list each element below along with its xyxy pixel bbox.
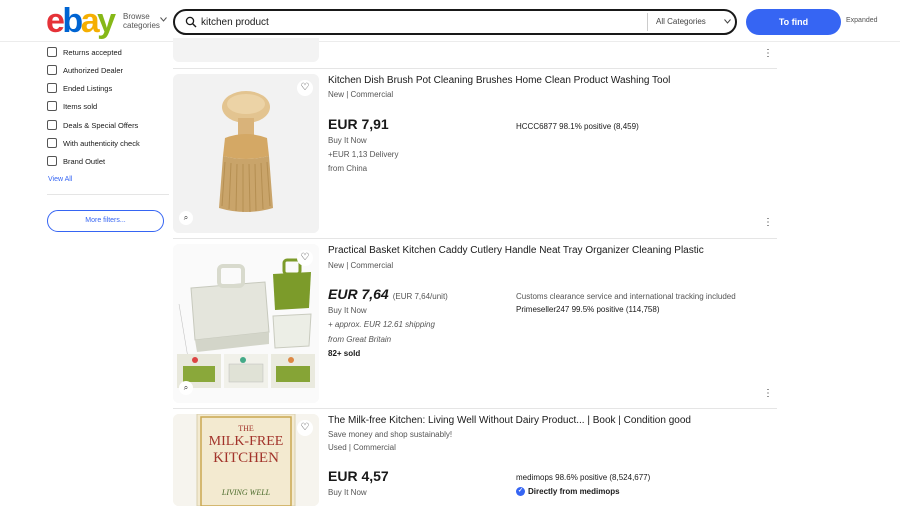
checkbox[interactable] [47,138,57,148]
price-value: EUR 7,64 [328,286,389,302]
item-location: from China [328,164,368,173]
watch-heart-icon[interactable]: ♡ [297,250,313,266]
checkbox[interactable] [47,120,57,130]
seller-info: HCCC6877 98.1% positive (8,459) [516,122,639,131]
listing-price: EUR 7,91 [328,116,389,132]
book-cover-text-the: THE [238,424,254,433]
more-filters-button[interactable]: More filters... [47,210,164,232]
browse-categories-button[interactable]: Browse categories [123,12,160,30]
checkbox[interactable] [47,156,57,166]
category-select[interactable]: All Categories [656,17,706,26]
search-icon [185,16,197,28]
kitchen-caddy-image [173,244,319,403]
search-input[interactable] [201,14,601,30]
unit-price: (EUR 7,64/unit) [392,292,448,301]
delivery-cost: +EUR 1,13 Delivery [328,150,399,159]
shipping-cost: + approx. EUR 12.61 shipping [328,320,435,329]
listing-promo: Save money and shop sustainably! [328,430,453,439]
header: ebay Browse categories All Categories To… [0,0,900,42]
listing-condition: Used | Commercial [328,443,396,452]
divider [173,68,777,69]
customs-note: Customs clearance service and internatio… [516,292,736,301]
divider [173,408,777,409]
watch-heart-icon[interactable]: ♡ [297,420,313,436]
view-all-link[interactable]: View All [48,176,72,183]
more-options-icon[interactable]: ⋮ [763,389,773,399]
listing-title[interactable]: Kitchen Dish Brush Pot Cleaning Brushes … [328,75,670,86]
item-location: from Great Britain [328,335,392,344]
buy-it-now-label: Buy It Now [328,306,367,315]
listing-image[interactable]: ♡ ⌕ [173,244,319,403]
advanced-search-link[interactable]: Expanded [846,17,878,24]
watch-heart-icon[interactable]: ♡ [297,80,313,96]
chevron-down-icon [724,17,731,26]
search-bar: All Categories [173,9,737,35]
sold-count: 82+ sold [328,349,361,358]
seller-info: medimops 98.6% positive (8,524,677) [516,473,651,482]
checkbox[interactable] [47,65,57,75]
book-cover-text-milkfree: MILK-FREE [208,434,284,449]
divider [647,13,648,31]
search-button[interactable]: To find [746,9,841,35]
visual-search-icon[interactable]: ⌕ [179,211,193,225]
divider [47,194,169,195]
buy-it-now-label: Buy It Now [328,136,367,145]
verified-check-icon: ✓ [516,487,525,497]
listing-condition: New | Commercial [328,261,394,270]
book-cover-text-kitchen: KITCHEN [213,450,279,466]
listing-price: EUR 7,64 (EUR 7,64/unit) [328,286,448,302]
book-cover-text-living: LIVING WELL [221,488,271,497]
checkbox[interactable] [47,101,57,111]
more-options-icon[interactable]: ⋮ [763,218,773,228]
seller-info: Primeseller247 99.5% positive (114,758) [516,305,660,314]
buy-it-now-label: Buy It Now [328,488,367,497]
chevron-down-icon [160,15,167,24]
dish-brush-image [173,74,319,233]
more-options-icon[interactable]: ⋮ [763,49,773,59]
listing-image[interactable]: THE MILK-FREE KITCHEN LIVING WELL ♡ [173,414,319,506]
listing-image[interactable] [173,38,319,62]
directly-from-seller: ✓ Directly from medimops [516,487,620,497]
listing-image[interactable]: ♡ ⌕ [173,74,319,233]
listing-condition: New | Commercial [328,90,394,99]
listing-title[interactable]: Practical Basket Kitchen Caddy Cutlery H… [328,245,704,256]
visual-search-icon[interactable]: ⌕ [179,381,193,395]
checkbox[interactable] [47,47,57,57]
checkbox[interactable] [47,83,57,93]
ebay-logo[interactable]: ebay [46,3,116,39]
listing-title[interactable]: The Milk-free Kitchen: Living Well Witho… [328,415,691,426]
divider [173,238,777,239]
listing-price: EUR 4,57 [328,468,389,484]
